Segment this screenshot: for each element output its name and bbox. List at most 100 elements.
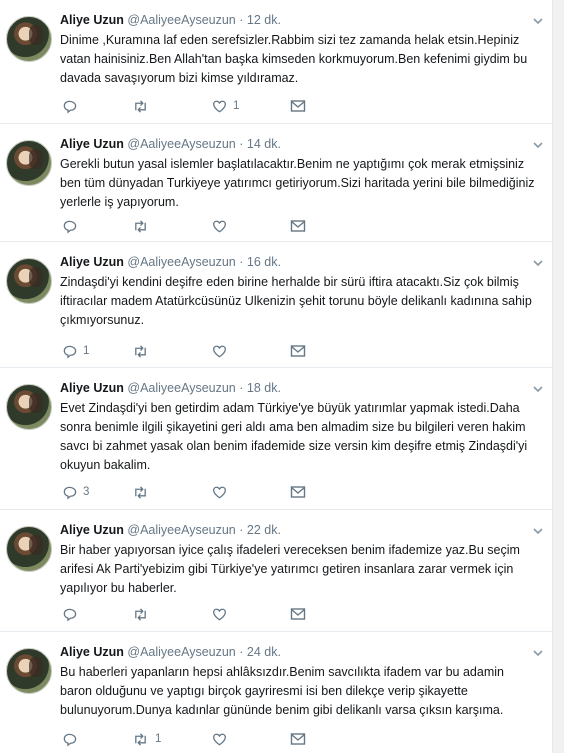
tweet[interactable]: Aliye Uzun @AaliyeeAyseuzun · 18 dk. Eve… xyxy=(0,368,552,510)
direct-message-button[interactable] xyxy=(290,342,306,360)
retweet-button[interactable] xyxy=(132,342,155,360)
direct-message-button[interactable] xyxy=(290,97,306,115)
retweet-button[interactable]: 1 xyxy=(132,730,161,748)
author-name[interactable]: Aliye Uzun xyxy=(60,137,124,151)
author-handle[interactable]: @AaliyeeAyseuzun xyxy=(127,523,235,537)
heart-icon xyxy=(213,345,226,358)
tweet-content: Aliye Uzun @AaliyeeAyseuzun · 12 dk. Din… xyxy=(60,12,538,88)
heart-icon xyxy=(213,100,226,113)
heart-icon xyxy=(213,608,226,621)
reply-icon xyxy=(63,100,77,113)
chevron-down-icon[interactable] xyxy=(532,524,544,536)
separator: · xyxy=(239,13,244,27)
chevron-down-icon[interactable] xyxy=(532,256,544,268)
chevron-down-icon[interactable] xyxy=(532,646,544,658)
reply-icon xyxy=(63,345,77,358)
author-name[interactable]: Aliye Uzun xyxy=(60,645,124,659)
chevron-down-icon[interactable] xyxy=(532,14,544,26)
retweet-button[interactable] xyxy=(132,97,155,115)
chevron-down-icon[interactable] xyxy=(532,382,544,394)
retweet-button[interactable] xyxy=(132,605,155,623)
tweet[interactable]: Aliye Uzun @AaliyeeAyseuzun · 12 dk. Din… xyxy=(0,0,552,124)
direct-message-button[interactable] xyxy=(290,483,306,501)
envelope-icon xyxy=(290,486,306,498)
tweet-timestamp[interactable]: 22 dk. xyxy=(247,523,281,537)
chevron-down-icon[interactable] xyxy=(532,138,544,150)
author-name[interactable]: Aliye Uzun xyxy=(60,255,124,269)
avatar[interactable] xyxy=(6,384,52,430)
separator: · xyxy=(239,523,244,537)
tweet-timeline: Aliye Uzun @AaliyeeAyseuzun · 12 dk. Din… xyxy=(0,0,552,753)
avatar[interactable] xyxy=(6,526,52,572)
author-handle[interactable]: @AaliyeeAyseuzun xyxy=(127,381,235,395)
author-handle[interactable]: @AaliyeeAyseuzun xyxy=(127,137,235,151)
tweet-timestamp[interactable]: 12 dk. xyxy=(247,13,281,27)
tweet-header: Aliye Uzun @AaliyeeAyseuzun · 18 dk. xyxy=(60,380,538,397)
tweet-text: Evet Zindaşdi'yi ben getirdim adam Türki… xyxy=(60,401,528,472)
retweet-icon xyxy=(135,732,146,746)
reply-count: 1 xyxy=(83,345,90,357)
direct-message-button[interactable] xyxy=(290,730,306,748)
tweet[interactable]: Aliye Uzun @AaliyeeAyseuzun · 14 dk. Ger… xyxy=(0,124,552,242)
reply-button[interactable]: 1 xyxy=(62,342,89,360)
author-name[interactable]: Aliye Uzun xyxy=(60,381,124,395)
tweet-content: Aliye Uzun @AaliyeeAyseuzun · 16 dk. Zin… xyxy=(60,254,538,330)
avatar[interactable] xyxy=(6,140,52,186)
retweet-icon xyxy=(135,99,146,113)
avatar[interactable] xyxy=(6,258,52,304)
reply-button[interactable] xyxy=(62,217,83,235)
tweet[interactable]: Aliye Uzun @AaliyeeAyseuzun · 22 dk. Bir… xyxy=(0,510,552,632)
author-name[interactable]: Aliye Uzun xyxy=(60,523,124,537)
reply-count: 3 xyxy=(83,486,90,498)
author-handle[interactable]: @AaliyeeAyseuzun xyxy=(127,13,235,27)
scrollbar[interactable] xyxy=(552,0,564,753)
envelope-icon xyxy=(290,345,306,357)
tweet-timestamp[interactable]: 24 dk. xyxy=(247,645,281,659)
like-button[interactable] xyxy=(212,605,233,623)
retweet-icon xyxy=(135,344,146,358)
separator: · xyxy=(239,381,244,395)
like-button[interactable] xyxy=(212,483,233,501)
author-name[interactable]: Aliye Uzun xyxy=(60,13,124,27)
reply-button[interactable] xyxy=(62,97,83,115)
tweet-timestamp[interactable]: 16 dk. xyxy=(247,255,281,269)
tweet-header: Aliye Uzun @AaliyeeAyseuzun · 14 dk. xyxy=(60,136,538,153)
separator: · xyxy=(239,255,244,269)
like-button[interactable] xyxy=(212,730,233,748)
retweet-icon xyxy=(135,485,146,499)
retweet-button[interactable] xyxy=(132,217,155,235)
tweet-content: Aliye Uzun @AaliyeeAyseuzun · 24 dk. Bu … xyxy=(60,644,538,720)
reply-button[interactable] xyxy=(62,730,83,748)
retweet-button[interactable] xyxy=(132,483,155,501)
direct-message-button[interactable] xyxy=(290,217,306,235)
tweet-timestamp[interactable]: 18 dk. xyxy=(247,381,281,395)
avatar[interactable] xyxy=(6,16,52,62)
like-button[interactable]: 1 xyxy=(212,97,239,115)
tweet-header: Aliye Uzun @AaliyeeAyseuzun · 22 dk. xyxy=(60,522,538,539)
tweet-actions: 1 xyxy=(62,97,342,115)
tweet-content: Aliye Uzun @AaliyeeAyseuzun · 22 dk. Bir… xyxy=(60,522,538,598)
tweet-actions: 3 xyxy=(62,483,342,501)
tweet-actions: 1 xyxy=(62,342,342,360)
like-button[interactable] xyxy=(212,217,233,235)
tweet-content: Aliye Uzun @AaliyeeAyseuzun · 14 dk. Ger… xyxy=(60,136,538,212)
retweet-icon xyxy=(135,219,146,233)
retweet-count: 1 xyxy=(155,733,162,745)
reply-button[interactable] xyxy=(62,605,83,623)
reply-button[interactable]: 3 xyxy=(62,483,89,501)
tweet-actions xyxy=(62,217,342,235)
separator: · xyxy=(239,645,244,659)
author-handle[interactable]: @AaliyeeAyseuzun xyxy=(127,255,235,269)
tweet-timestamp[interactable]: 14 dk. xyxy=(247,137,281,151)
separator: · xyxy=(239,137,244,151)
like-button[interactable] xyxy=(212,342,233,360)
tweet[interactable]: Aliye Uzun @AaliyeeAyseuzun · 24 dk. Bu … xyxy=(0,632,552,753)
tweet[interactable]: Aliye Uzun @AaliyeeAyseuzun · 16 dk. Zin… xyxy=(0,242,552,368)
direct-message-button[interactable] xyxy=(290,605,306,623)
tweet-text: Gerekli butun yasal islemler başlatılaca… xyxy=(60,157,535,209)
author-handle[interactable]: @AaliyeeAyseuzun xyxy=(127,645,235,659)
tweet-text: Dinime ,Kuramına laf eden serefsizler.Ra… xyxy=(60,33,528,85)
avatar[interactable] xyxy=(6,648,52,694)
reply-icon xyxy=(63,608,77,621)
tweet-actions xyxy=(62,605,342,623)
